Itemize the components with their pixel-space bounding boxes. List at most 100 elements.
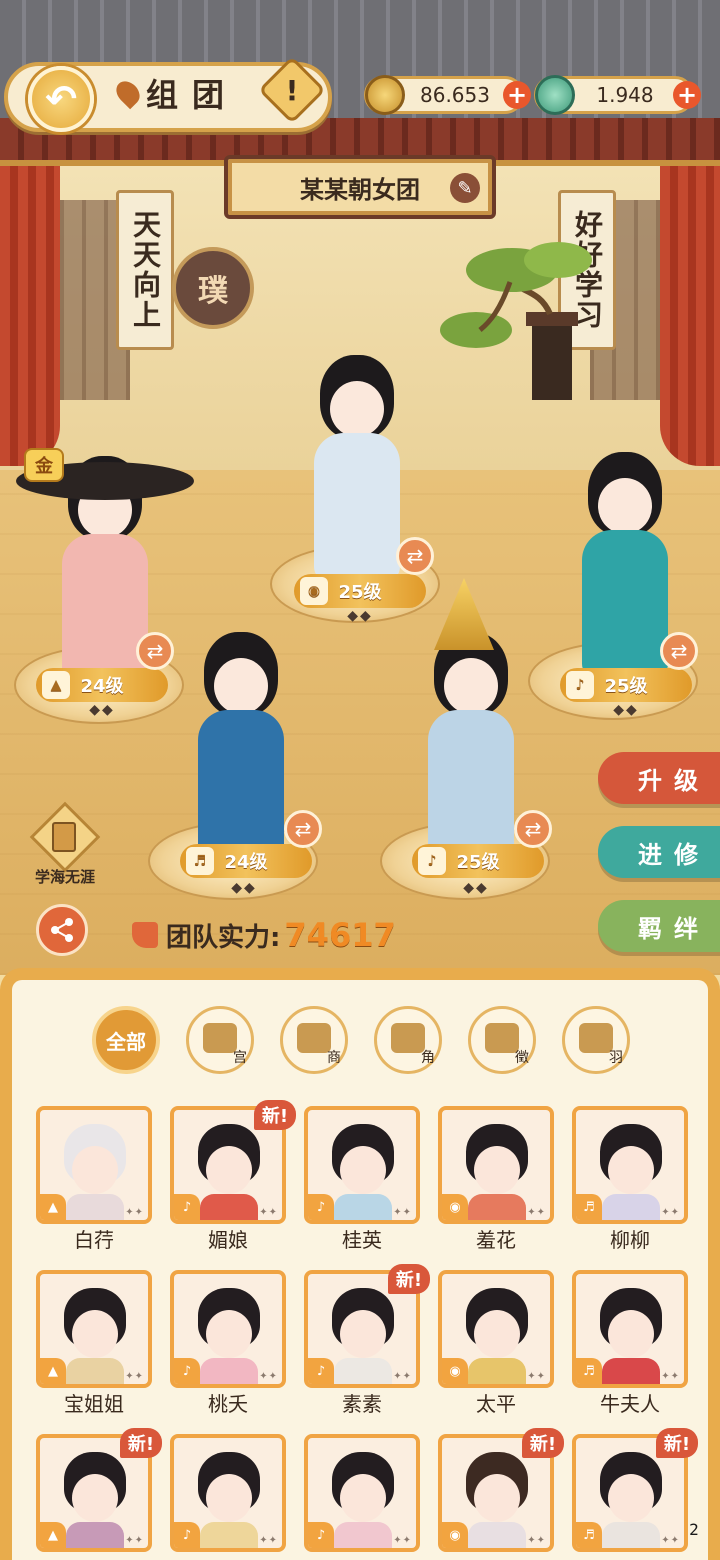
character-card[interactable]: ▲ ✦✦ xyxy=(36,1106,152,1224)
character-card[interactable]: ♪ ✦✦ xyxy=(170,1270,286,1388)
card-stars: ✦✦ xyxy=(527,1535,546,1546)
jade-value: 1.948 xyxy=(596,83,654,107)
portrait-robe xyxy=(66,1358,124,1384)
power-value: 74617 xyxy=(284,916,396,954)
portrait-robe xyxy=(334,1358,392,1384)
member-level: 24级 xyxy=(80,676,124,697)
swap-member-button[interactable]: ⇄ xyxy=(136,632,174,670)
tone-badge-icon: ♪ xyxy=(308,1194,334,1220)
tone-filters: 全部 宫 商 角 徵 羽 xyxy=(92,1006,652,1076)
new-badge: 新! xyxy=(120,1428,162,1458)
swap-member-button[interactable]: ⇄ xyxy=(514,810,552,848)
filter-jue[interactable]: 角 xyxy=(374,1006,442,1074)
character-card[interactable]: ◉ ✦✦ xyxy=(438,1270,554,1388)
member-face xyxy=(598,478,652,534)
add-jade-button[interactable]: + xyxy=(673,81,701,109)
guqin-icon xyxy=(579,1023,613,1053)
card-stars: ✦✦ xyxy=(125,1371,144,1382)
swap-member-button[interactable]: ⇄ xyxy=(284,810,322,848)
character-card[interactable]: ♬ ✦✦ xyxy=(572,1270,688,1388)
tone-badge-icon: ♪ xyxy=(174,1194,200,1220)
member-stars: ◆◆ xyxy=(613,702,639,718)
character-card[interactable]: ♪ ✦✦ xyxy=(304,1106,420,1224)
portrait-robe xyxy=(200,1194,258,1220)
flute-icon: ♪ xyxy=(418,847,446,875)
tone-badge-icon: ♪ xyxy=(308,1522,334,1548)
portrait-face xyxy=(474,1310,520,1358)
tone-badge-icon: ▲ xyxy=(40,1522,66,1548)
tone-badge-icon: ♬ xyxy=(576,1358,602,1384)
portrait-robe xyxy=(468,1522,526,1548)
member-face xyxy=(214,658,268,714)
card-stars: ✦✦ xyxy=(527,1207,546,1218)
filter-zhi[interactable]: 徵 xyxy=(468,1006,536,1074)
filter-label: 徵 xyxy=(515,1050,529,1066)
character-card[interactable]: ♪ ✦✦ xyxy=(304,1434,420,1552)
tone-badge-icon: ♪ xyxy=(174,1358,200,1384)
member-face xyxy=(444,658,498,714)
power-label: 团队实力: xyxy=(166,922,281,953)
character-card[interactable]: ♪ ✦✦ xyxy=(170,1434,286,1552)
new-badge: 新! xyxy=(522,1428,564,1458)
portrait-robe xyxy=(334,1522,392,1548)
team-name-plaque[interactable]: 某某朝女团 ✎ xyxy=(224,155,496,219)
portrait-face xyxy=(206,1310,252,1358)
portrait-robe xyxy=(468,1358,526,1384)
gold-badge: 金 xyxy=(24,448,64,482)
back-button[interactable]: ↶ xyxy=(28,66,94,132)
portrait-face xyxy=(72,1474,118,1522)
card-stars: ✦✦ xyxy=(393,1207,412,1218)
card-stars: ✦✦ xyxy=(259,1371,278,1382)
book-icon xyxy=(52,822,76,852)
filter-all[interactable]: 全部 xyxy=(92,1006,160,1074)
tone-badge-icon: ◉ xyxy=(442,1522,468,1548)
portrait-face xyxy=(340,1310,386,1358)
team-seal-emblem[interactable]: 璞 xyxy=(172,247,254,329)
card-stars: ✦✦ xyxy=(661,1535,680,1546)
character-card[interactable]: ♬ ✦✦ xyxy=(572,1106,688,1224)
portrait-face xyxy=(474,1474,520,1522)
filter-yu[interactable]: 羽 xyxy=(562,1006,630,1074)
member-level: 25级 xyxy=(456,852,500,873)
coin-balance: 86.653 + xyxy=(364,75,531,115)
edit-brush-icon[interactable]: ✎ xyxy=(450,173,480,203)
tone-badge-icon: ♪ xyxy=(174,1522,200,1548)
member-level: 25级 xyxy=(604,676,648,697)
character-name: 桂英 xyxy=(342,1228,382,1252)
bond-button[interactable]: 羁绊 xyxy=(598,900,720,952)
portrait-robe xyxy=(334,1194,392,1220)
portrait-face xyxy=(72,1310,118,1358)
filter-shang[interactable]: 商 xyxy=(280,1006,348,1074)
tone-badge-icon: ▲ xyxy=(40,1194,66,1220)
curtain-right xyxy=(660,166,720,466)
share-button[interactable] xyxy=(36,904,88,956)
member-robe xyxy=(198,710,284,858)
portrait-robe xyxy=(66,1522,124,1548)
filter-gong[interactable]: 宫 xyxy=(186,1006,254,1074)
portrait-face xyxy=(608,1146,654,1194)
portrait-face xyxy=(474,1146,520,1194)
upgrade-button[interactable]: 升级 xyxy=(598,752,720,804)
member-level-badge: ♬ 24级 xyxy=(180,844,312,878)
study-button[interactable]: 学海无涯 xyxy=(28,801,102,886)
bell-icon xyxy=(297,1023,331,1053)
member-face xyxy=(330,381,384,437)
character-name: 羞花 xyxy=(476,1228,516,1252)
train-button[interactable]: 进修 xyxy=(598,826,720,878)
swap-member-button[interactable]: ⇄ xyxy=(396,537,434,575)
character-card[interactable]: ▲ ✦✦ xyxy=(36,1270,152,1388)
add-coins-button[interactable]: + xyxy=(503,81,531,109)
tone-badge-icon: ♬ xyxy=(576,1194,602,1220)
character-name: 媚娘 xyxy=(208,1228,248,1252)
flute-icon: ♪ xyxy=(566,671,594,699)
character-card[interactable]: ◉ ✦✦ xyxy=(438,1106,554,1224)
portrait-robe xyxy=(602,1358,660,1384)
card-stars: ✦✦ xyxy=(393,1371,412,1382)
new-badge: 新! xyxy=(656,1428,698,1458)
portrait-face xyxy=(72,1146,118,1194)
member-robe xyxy=(582,530,668,678)
swap-member-button[interactable]: ⇄ xyxy=(660,632,698,670)
tone-badge-icon: ♬ xyxy=(576,1522,602,1548)
tone-badge-icon: ◉ xyxy=(442,1358,468,1384)
filter-label: 宫 xyxy=(233,1050,247,1066)
